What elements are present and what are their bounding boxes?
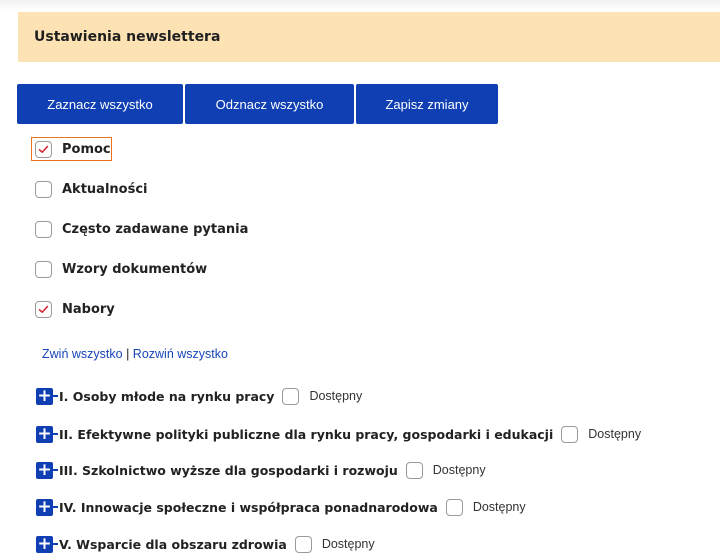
tree-node-label: IV. Innowacje społeczne i współpraca pon… (59, 499, 438, 515)
tree-controls: Zwiń wszystko | Rozwiń wszystko (42, 347, 228, 361)
expand-plus-icon[interactable]: + (36, 461, 53, 479)
available-label: Dostępny (321, 537, 375, 551)
category-wzory-dokumentow[interactable]: Wzory dokumentów (35, 259, 207, 279)
tree-node-label: II. Efektywne polityki publiczne dla ryn… (59, 426, 554, 442)
expand-plus-icon[interactable]: + (36, 387, 53, 405)
tree-node-label: I. Osoby młode na rynku pracy (59, 388, 275, 404)
checkbox-nabory[interactable] (35, 300, 52, 318)
tree-node-4: + IV. Innowacje społeczne i współpraca p… (36, 496, 526, 518)
category-label: Nabory (62, 301, 115, 317)
checkbox-available[interactable] (445, 498, 463, 516)
checkbox-available[interactable] (405, 461, 423, 479)
tree-node-1: + I. Osoby młode na rynku pracy Dostępny (36, 385, 362, 407)
checkbox-available[interactable] (294, 535, 312, 553)
deselect-all-button[interactable]: Odznacz wszystko (185, 84, 354, 124)
category-nabory[interactable]: Nabory (35, 299, 115, 319)
tree-connector (53, 433, 58, 435)
link-separator: | (126, 347, 130, 361)
checkbox-available[interactable] (282, 387, 300, 405)
page-header: Ustawienia newslettera (18, 12, 720, 62)
tree-node-3: + III. Szkolnictwo wyższe dla gospodarki… (36, 459, 486, 481)
page-title: Ustawienia newslettera (34, 29, 221, 45)
available-label: Dostępny (472, 500, 526, 514)
tree-node-5: + V. Wsparcie dla obszaru zdrowia Dostęp… (36, 533, 375, 555)
top-shadow (0, 0, 720, 10)
collapse-all-link[interactable]: Zwiń wszystko (42, 347, 123, 361)
available-label: Dostępny (432, 463, 486, 477)
tree-connector (53, 395, 58, 397)
tree-connector (53, 469, 58, 471)
category-label: Wzory dokumentów (62, 261, 208, 277)
category-faq[interactable]: Często zadawane pytania (35, 219, 248, 239)
expand-plus-icon[interactable]: + (36, 425, 53, 443)
checkbox-faq[interactable] (35, 220, 52, 238)
tree-node-2: + II. Efektywne polityki publiczne dla r… (36, 423, 641, 445)
category-pomoc[interactable]: Pomoc (35, 139, 111, 159)
category-label: Często zadawane pytania (62, 221, 249, 237)
checkbox-pomoc[interactable] (35, 140, 52, 158)
category-aktualnosci[interactable]: Aktualności (35, 179, 148, 199)
available-label: Dostępny (588, 427, 642, 441)
checkbox-available[interactable] (561, 425, 579, 443)
checkbox-aktualnosci[interactable] (35, 180, 52, 198)
available-label: Dostępny (309, 389, 363, 403)
checkmark-icon (38, 145, 49, 153)
select-all-button[interactable]: Zaznacz wszystko (17, 84, 183, 124)
save-changes-button[interactable]: Zapisz zmiany (356, 84, 498, 124)
expand-plus-icon[interactable]: + (36, 535, 53, 553)
tree-connector (53, 506, 58, 508)
category-label: Aktualności (62, 181, 148, 197)
tree-node-label: III. Szkolnictwo wyższe dla gospodarki i… (59, 462, 398, 478)
tree-node-label: V. Wsparcie dla obszaru zdrowia (59, 536, 287, 552)
checkbox-wzory-dokumentow[interactable] (35, 260, 52, 278)
category-label: Pomoc (62, 141, 111, 157)
expand-plus-icon[interactable]: + (36, 498, 53, 516)
tree-connector (53, 543, 58, 545)
checkmark-icon (38, 305, 49, 313)
expand-all-link[interactable]: Rozwiń wszystko (133, 347, 228, 361)
